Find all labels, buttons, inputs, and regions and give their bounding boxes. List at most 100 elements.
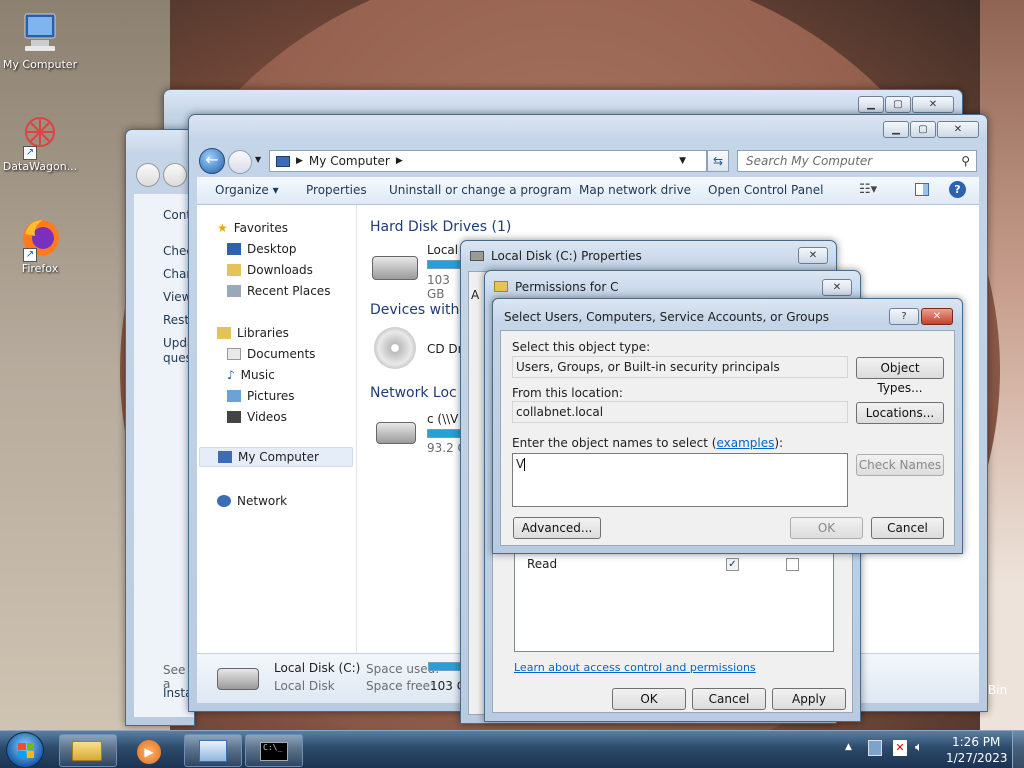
control-panel-window[interactable]: Cont Chec Chan View Resto Upda quest See… [125, 129, 197, 726]
show-hidden-icons-button[interactable]: ▲ [845, 742, 852, 752]
taskbar-explorer[interactable] [59, 734, 117, 767]
drive-icon [470, 251, 484, 261]
nav-music[interactable]: ♪ Music [227, 368, 275, 382]
forward-button[interactable] [228, 150, 252, 174]
close-button[interactable]: ✕ [921, 308, 953, 325]
side-link[interactable]: Cont [163, 208, 191, 222]
advanced-button[interactable]: Advanced... [513, 517, 601, 539]
deny-read-checkbox[interactable] [786, 558, 799, 571]
desktop-icon-firefox[interactable]: ↗ Firefox [0, 214, 80, 275]
desktop-icon-my-computer[interactable]: My Computer [0, 10, 80, 71]
locations-button[interactable]: Locations... [856, 402, 944, 424]
action-center-icon[interactable]: ✕ [893, 740, 907, 756]
clock-date[interactable]: 1/27/2023 [946, 751, 1008, 765]
group-header-network[interactable]: Network Loc [370, 385, 457, 401]
breadcrumb[interactable]: My Computer [309, 151, 390, 171]
open-control-panel-button[interactable]: Open Control Panel [708, 183, 823, 197]
show-desktop-button[interactable] [1012, 731, 1024, 768]
uninstall-button[interactable]: Uninstall or change a program [389, 183, 572, 197]
folder-icon [72, 741, 102, 761]
search-icon[interactable]: ⚲ [961, 151, 970, 171]
taskbar-command-prompt[interactable]: C:\_ [245, 734, 303, 767]
organize-menu[interactable]: Organize ▾ [215, 183, 279, 197]
taskbar-control-panel[interactable] [184, 734, 242, 767]
cancel-button[interactable]: Cancel [692, 688, 766, 710]
access-control-link[interactable]: Learn about access control and permissio… [514, 661, 756, 674]
desktop-icon-label: DataWagon... [2, 160, 78, 173]
taskbar-media-player[interactable]: ▶ [120, 734, 178, 767]
minimize-button[interactable]: ▁ [858, 96, 884, 113]
text-cursor [524, 458, 526, 471]
close-button[interactable]: ✕ [798, 247, 828, 264]
address-dropdown-icon[interactable]: ▼ [679, 151, 686, 171]
properties-button[interactable]: Properties [306, 183, 367, 197]
dialog-title: Permissions for C [515, 280, 619, 294]
nav-favorites[interactable]: ★ Favorites [217, 221, 288, 235]
ok-button[interactable]: OK [790, 517, 863, 539]
drive-item-local-disk[interactable]: Local 103 GB [370, 242, 470, 301]
computer-icon [218, 451, 232, 463]
nav-label: Pictures [247, 389, 295, 403]
clock-time[interactable]: 1:26 PM [952, 735, 1000, 749]
minimize-button[interactable]: ▁ [883, 121, 909, 138]
maximize-button[interactable]: ▢ [910, 121, 936, 138]
examples-link[interactable]: examples [716, 436, 774, 450]
help-button[interactable]: ? [889, 308, 919, 325]
preview-pane-icon[interactable] [915, 183, 929, 196]
object-types-button[interactable]: Object Types... [856, 357, 944, 395]
nav-downloads[interactable]: Downloads [227, 263, 313, 277]
ok-button[interactable]: OK [612, 688, 686, 710]
hard-drive-icon [217, 668, 259, 690]
back-button[interactable]: ← [199, 148, 225, 174]
check-names-button[interactable]: Check Names [856, 454, 944, 476]
search-input[interactable]: Search My Computer ⚲ [737, 150, 977, 172]
allow-read-checkbox[interactable]: ✓ [726, 558, 739, 571]
drive-item-network[interactable]: c (\\V 93.2 G [370, 410, 470, 460]
back-button[interactable] [136, 163, 160, 187]
apply-button[interactable]: Apply [772, 688, 846, 710]
shortcut-arrow-icon: ↗ [23, 248, 37, 262]
views-icon[interactable]: ☷▾ [859, 182, 877, 197]
nav-libraries[interactable]: Libraries [217, 326, 289, 340]
close-button[interactable]: ✕ [822, 279, 852, 296]
group-header-hard-disk[interactable]: Hard Disk Drives (1) [370, 219, 511, 235]
close-button[interactable]: ✕ [912, 96, 954, 113]
media-player-icon: ▶ [137, 740, 161, 764]
drive-item-cd[interactable]: CD Dri [370, 325, 470, 375]
desktop-icon-label: Firefox [21, 262, 59, 275]
network-status-icon[interactable] [868, 740, 882, 756]
location-value: collabnet.local [516, 405, 604, 419]
history-dropdown[interactable]: ▼ [255, 155, 261, 164]
object-names-value: V [516, 457, 525, 471]
desktop-icon [227, 243, 241, 255]
libraries-icon [217, 327, 231, 339]
computer-icon [17, 10, 63, 56]
nav-label: Documents [247, 347, 316, 361]
close-button[interactable]: ✕ [937, 121, 979, 138]
windows-logo-icon [18, 743, 34, 758]
cancel-button[interactable]: Cancel [871, 517, 944, 539]
nav-pictures[interactable]: Pictures [227, 389, 295, 403]
nav-videos[interactable]: Videos [227, 410, 287, 424]
nav-desktop[interactable]: Desktop [227, 242, 297, 256]
start-button[interactable] [6, 732, 44, 768]
details-name: Local Disk (C:) [274, 661, 361, 675]
dialog-title: Local Disk (C:) Properties [491, 249, 642, 263]
nav-network[interactable]: Network [217, 494, 287, 508]
volume-icon[interactable]: 🔈︎ [915, 740, 923, 755]
object-names-input[interactable]: V [512, 453, 848, 507]
forward-button[interactable] [163, 163, 187, 187]
maximize-button[interactable]: ▢ [885, 96, 911, 113]
map-network-drive-button[interactable]: Map network drive [579, 183, 691, 197]
address-bar[interactable]: ▶ My Computer ▶ ▼ [269, 150, 707, 172]
desktop-icon-datawagon[interactable]: ↗ DataWagon... [0, 112, 80, 173]
nav-documents[interactable]: Documents [227, 347, 315, 361]
navigation-pane: ★ Favorites Desktop Downloads Recent Plac… [197, 205, 357, 659]
select-users-dialog[interactable]: Select Users, Computers, Service Account… [492, 298, 963, 554]
nav-my-computer[interactable]: My Computer [199, 447, 353, 467]
group-header-devices[interactable]: Devices with [370, 302, 459, 318]
refresh-button[interactable]: ⇆ [707, 150, 729, 172]
help-icon[interactable]: ? [949, 181, 966, 198]
desktop-icon-label: My Computer [2, 58, 78, 71]
nav-recent-places[interactable]: Recent Places [227, 284, 330, 298]
